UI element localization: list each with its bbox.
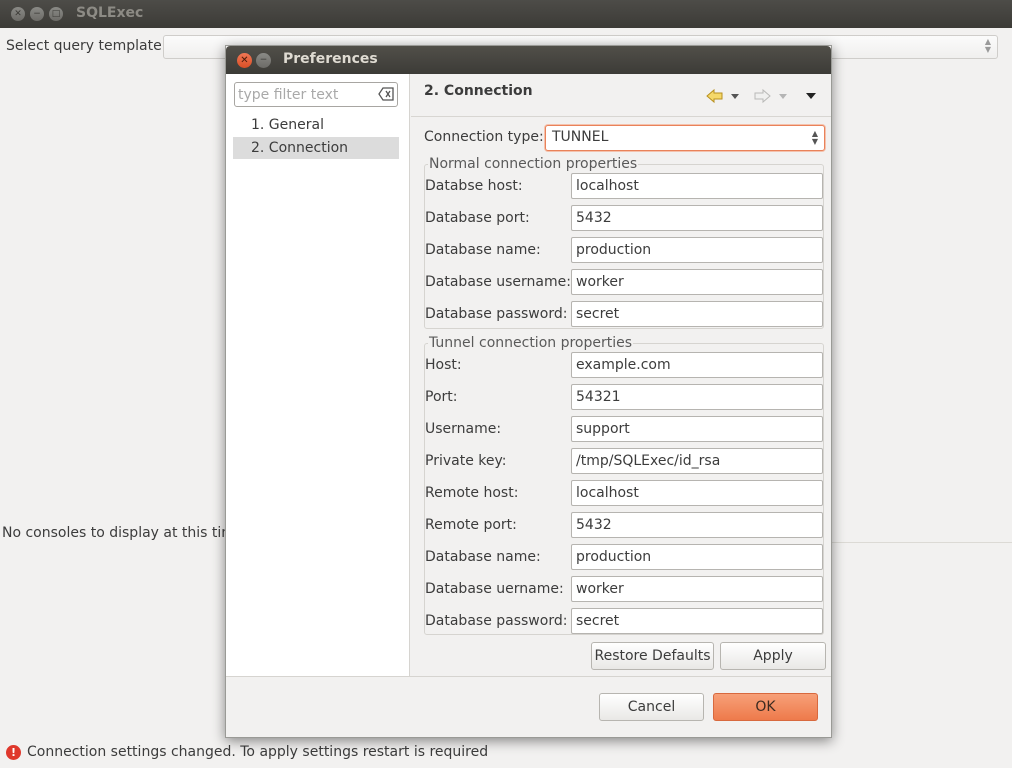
tunnel-username-label: Username: xyxy=(425,421,502,437)
preferences-dialog: ✕ − Preferences 1. General 2. Connection… xyxy=(225,45,832,738)
tunnel-database-username-field[interactable] xyxy=(571,576,823,602)
tunnel-database-name-field[interactable] xyxy=(571,544,823,570)
remote-host-label: Remote host: xyxy=(425,485,519,501)
database-port-label: Database port: xyxy=(425,210,530,226)
connection-type-label: Connection type: xyxy=(424,129,544,145)
header-divider xyxy=(411,116,831,117)
connection-type-select[interactable]: TUNNEL ▲ ▼ xyxy=(545,125,825,151)
private-key-label: Private key: xyxy=(425,453,507,469)
window-title: SQLExec xyxy=(76,5,144,21)
database-name-label: Database name: xyxy=(425,242,541,258)
minimize-icon[interactable]: − xyxy=(256,53,271,68)
view-menu-icon[interactable] xyxy=(806,93,816,99)
database-host-label: Databse host: xyxy=(425,178,523,194)
tunnel-port-field[interactable] xyxy=(571,384,823,410)
forward-history-dropdown-icon[interactable] xyxy=(779,94,787,99)
apply-button[interactable]: Apply xyxy=(720,642,826,670)
query-template-label: Select query template: xyxy=(6,38,167,54)
dialog-titlebar: ✕ − Preferences xyxy=(226,46,831,74)
database-password-label: Database password: xyxy=(425,306,568,322)
spinner-arrows-icon: ▲ ▼ xyxy=(984,37,991,54)
database-name-field[interactable] xyxy=(571,237,823,263)
tunnel-host-field[interactable] xyxy=(571,352,823,378)
filter-box xyxy=(234,82,398,107)
database-password-field[interactable] xyxy=(571,301,823,327)
connection-type-value: TUNNEL xyxy=(552,129,609,145)
tunnel-database-username-label: Database uername: xyxy=(425,581,564,597)
status-bar: ! Connection settings changed. To apply … xyxy=(0,742,1012,768)
divider xyxy=(830,542,1012,543)
clear-filter-icon[interactable] xyxy=(378,87,394,101)
forward-arrow-icon[interactable] xyxy=(754,88,771,104)
remote-host-field[interactable] xyxy=(571,480,823,506)
spinner-arrows-icon: ▲ ▼ xyxy=(811,129,818,146)
preferences-tree: 1. General 2. Connection xyxy=(226,74,410,676)
restore-defaults-button[interactable]: Restore Defaults xyxy=(591,642,714,670)
cancel-button[interactable]: Cancel xyxy=(599,693,704,721)
ok-button[interactable]: OK xyxy=(713,693,818,721)
remote-port-label: Remote port: xyxy=(425,517,517,533)
close-icon[interactable]: ✕ xyxy=(11,7,25,21)
close-icon[interactable]: ✕ xyxy=(237,53,252,68)
page-title: 2. Connection xyxy=(424,83,533,99)
tree-item-general[interactable]: 1. General xyxy=(233,114,399,136)
group-title: Tunnel connection properties xyxy=(428,334,634,352)
minimize-icon[interactable]: − xyxy=(30,7,44,21)
page-navigation xyxy=(706,88,816,104)
tree-item-connection[interactable]: 2. Connection xyxy=(233,137,399,159)
tunnel-username-field[interactable] xyxy=(571,416,823,442)
filter-input[interactable] xyxy=(238,85,373,104)
status-message: Connection settings changed. To apply se… xyxy=(27,744,489,760)
maximize-icon[interactable]: □ xyxy=(49,7,63,21)
database-port-field[interactable] xyxy=(571,205,823,231)
dialog-title: Preferences xyxy=(283,51,378,67)
tunnel-host-label: Host: xyxy=(425,357,462,373)
error-icon: ! xyxy=(6,745,21,760)
database-username-field[interactable] xyxy=(571,269,823,295)
tunnel-port-label: Port: xyxy=(425,389,458,405)
tunnel-database-name-label: Database name: xyxy=(425,549,541,565)
group-title: Normal connection properties xyxy=(428,155,639,173)
main-titlebar: ✕ − □ SQLExec xyxy=(0,0,1012,28)
tunnel-database-password-field[interactable] xyxy=(571,608,823,634)
back-arrow-icon[interactable] xyxy=(706,88,723,104)
tunnel-database-password-label: Database password: xyxy=(425,613,568,629)
remote-port-field[interactable] xyxy=(571,512,823,538)
footer-divider xyxy=(226,676,831,677)
database-username-label: Database username: xyxy=(425,274,571,290)
private-key-field[interactable] xyxy=(571,448,823,474)
back-history-dropdown-icon[interactable] xyxy=(731,94,739,99)
console-message: No consoles to display at this time xyxy=(2,525,244,541)
database-host-field[interactable] xyxy=(571,173,823,199)
